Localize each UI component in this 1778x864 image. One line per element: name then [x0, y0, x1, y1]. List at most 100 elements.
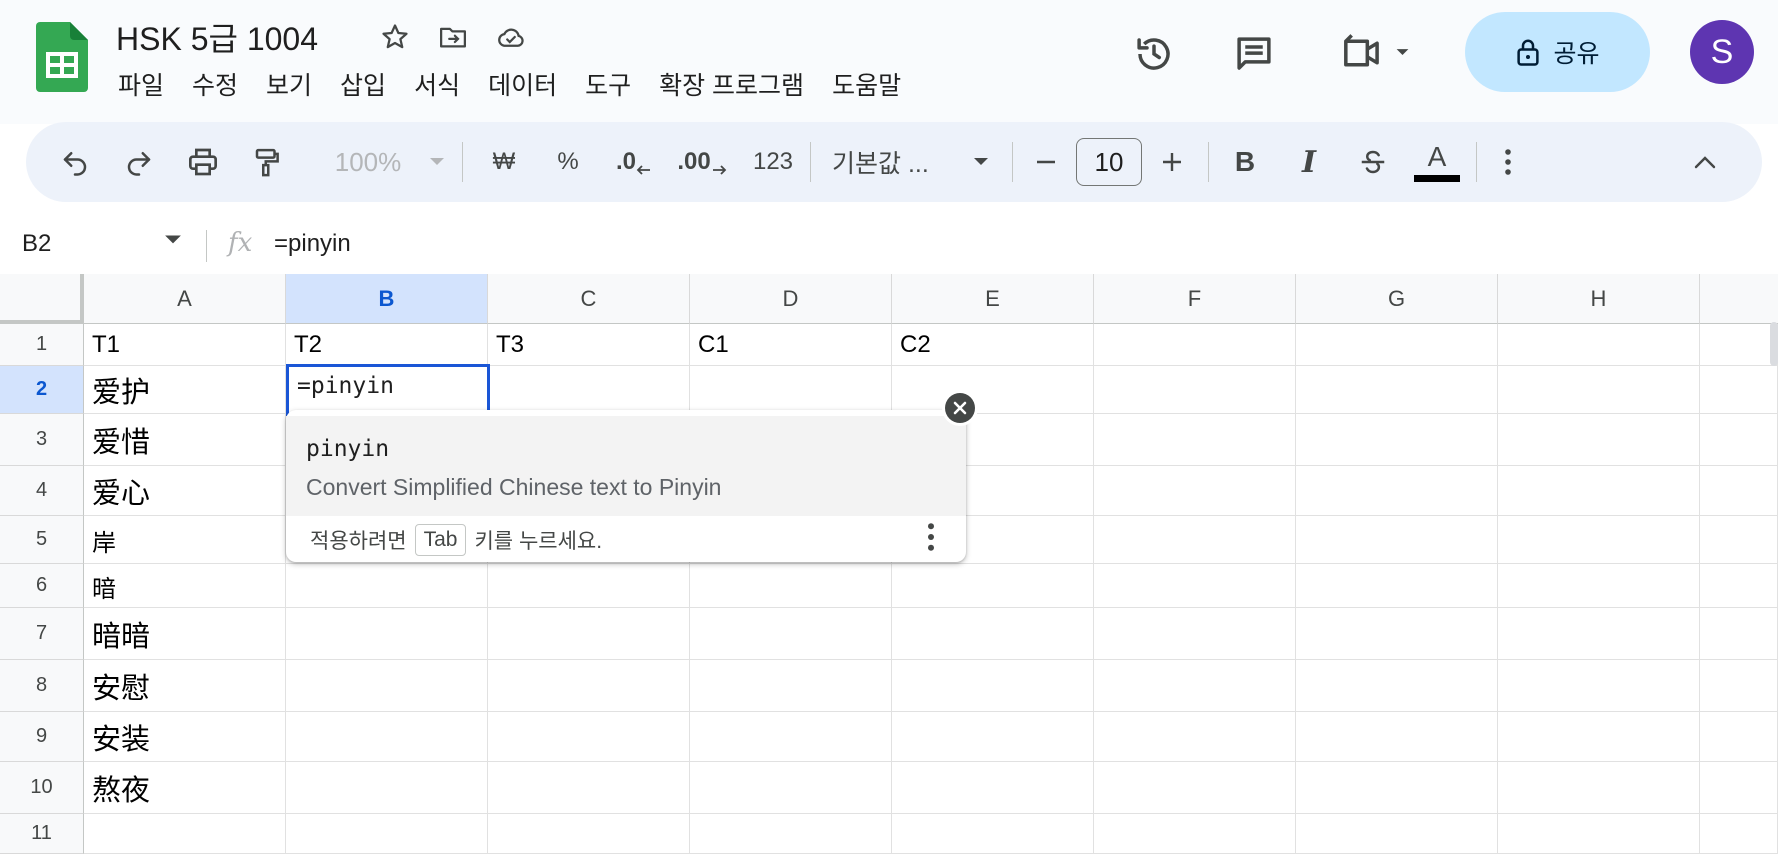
strikethrough-icon[interactable]: [1348, 122, 1398, 202]
name-box[interactable]: B2: [22, 230, 51, 258]
grid-cell-f4[interactable]: [1094, 466, 1296, 516]
grid-cell-f8[interactable]: [1094, 660, 1296, 712]
grid-cell-i6[interactable]: [1700, 564, 1778, 608]
grid-cell-b8[interactable]: [286, 660, 488, 712]
grid-cell-e8[interactable]: [892, 660, 1094, 712]
cell-e1[interactable]: C2: [892, 324, 1094, 366]
grid-cell-f11[interactable]: [1094, 814, 1296, 854]
grid-cell-f2[interactable]: [1094, 366, 1296, 414]
grid-cell-h7[interactable]: [1498, 608, 1700, 660]
more-vert-icon[interactable]: [926, 522, 936, 557]
cell-a7[interactable]: 暗暗: [84, 608, 286, 660]
menu-extensions[interactable]: 확장 프로그램: [645, 64, 818, 106]
grid-cell-e7[interactable]: [892, 608, 1094, 660]
close-icon[interactable]: [945, 393, 975, 423]
grid-cell-b10[interactable]: [286, 762, 488, 814]
column-header-f[interactable]: F: [1094, 274, 1296, 324]
row-header-11[interactable]: 11: [0, 814, 84, 854]
grid-cell-h3[interactable]: [1498, 414, 1700, 466]
grid-cell-i7[interactable]: [1700, 608, 1778, 660]
grid-cell-f9[interactable]: [1094, 712, 1296, 762]
column-header-c[interactable]: C: [488, 274, 690, 324]
cell-d1[interactable]: C1: [690, 324, 892, 366]
active-cell-editor[interactable]: =pinyin: [286, 364, 490, 416]
cell-a4[interactable]: 爱心: [84, 466, 286, 516]
grid-cell-c7[interactable]: [488, 608, 690, 660]
grid-cell-i5[interactable]: [1700, 516, 1778, 564]
grid-cell-h4[interactable]: [1498, 466, 1700, 516]
grid-cell-e6[interactable]: [892, 564, 1094, 608]
document-title[interactable]: HSK 5급 1004: [116, 14, 318, 60]
row-header-9[interactable]: 9: [0, 712, 84, 762]
grid-cell-c2[interactable]: [488, 366, 690, 414]
grid-cell-i3[interactable]: [1700, 414, 1778, 466]
column-header-b[interactable]: B: [286, 274, 488, 324]
more-options-icon[interactable]: [1486, 122, 1530, 202]
grid-cell-d9[interactable]: [690, 712, 892, 762]
grid-cell-b9[interactable]: [286, 712, 488, 762]
grid-cell-d11[interactable]: [690, 814, 892, 854]
grid-cell-g8[interactable]: [1296, 660, 1498, 712]
grid-cell-f10[interactable]: [1094, 762, 1296, 814]
cell-c1[interactable]: T3: [488, 324, 690, 366]
collapse-toolbar-icon[interactable]: [1680, 122, 1730, 202]
row-header-3[interactable]: 3: [0, 414, 84, 466]
grid-cell-g2[interactable]: [1296, 366, 1498, 414]
grid-cell-g9[interactable]: [1296, 712, 1498, 762]
menu-tools[interactable]: 도구: [571, 64, 645, 106]
grid-cell-c6[interactable]: [488, 564, 690, 608]
comments-icon[interactable]: [1230, 30, 1278, 78]
font-size-input[interactable]: 10: [1076, 138, 1142, 186]
grid-cell-g6[interactable]: [1296, 564, 1498, 608]
cell-a1[interactable]: T1: [84, 324, 286, 366]
menu-edit[interactable]: 수정: [178, 64, 252, 106]
menu-help[interactable]: 도움말: [818, 64, 915, 106]
row-header-1[interactable]: 1: [0, 324, 84, 366]
grid-cell-h6[interactable]: [1498, 564, 1700, 608]
row-header-4[interactable]: 4: [0, 466, 84, 516]
font-caret-icon[interactable]: [966, 122, 996, 202]
move-folder-icon[interactable]: [434, 18, 472, 56]
grid-cell-i2[interactable]: [1700, 366, 1778, 414]
grid-cell-a11[interactable]: [84, 814, 286, 854]
column-header-g[interactable]: G: [1296, 274, 1498, 324]
grid-cell-e10[interactable]: [892, 762, 1094, 814]
version-history-icon[interactable]: [1130, 30, 1178, 78]
cell-a6[interactable]: 暗: [84, 564, 286, 608]
row-header-2[interactable]: 2: [0, 366, 84, 414]
grid-cell-i4[interactable]: [1700, 466, 1778, 516]
grid-cell-f3[interactable]: [1094, 414, 1296, 466]
row-header-10[interactable]: 10: [0, 762, 84, 814]
row-header-8[interactable]: 8: [0, 660, 84, 712]
grid-cell-g10[interactable]: [1296, 762, 1498, 814]
cell-a10[interactable]: 熬夜: [84, 762, 286, 814]
grid-cell-g3[interactable]: [1296, 414, 1498, 466]
cell-a8[interactable]: 安慰: [84, 660, 286, 712]
grid-cell-g7[interactable]: [1296, 608, 1498, 660]
row-header-5[interactable]: 5: [0, 516, 84, 564]
column-header-d[interactable]: D: [690, 274, 892, 324]
grid-cell-b7[interactable]: [286, 608, 488, 660]
autocomplete-suggestion[interactable]: pinyin Convert Simplified Chinese text t…: [286, 416, 966, 516]
grid-cell-h2[interactable]: [1498, 366, 1700, 414]
column-header-h[interactable]: H: [1498, 274, 1700, 324]
column-header-partial[interactable]: [1700, 274, 1778, 324]
grid-cell-g1[interactable]: [1296, 324, 1498, 366]
menu-view[interactable]: 보기: [252, 64, 326, 106]
grid-cell-h1[interactable]: [1498, 324, 1700, 366]
grid-cell-d8[interactable]: [690, 660, 892, 712]
grid-cell-i8[interactable]: [1700, 660, 1778, 712]
menu-data[interactable]: 데이터: [474, 64, 571, 106]
grid-cell-g11[interactable]: [1296, 814, 1498, 854]
grid-cell-b11[interactable]: [286, 814, 488, 854]
grid-cell-i9[interactable]: [1700, 712, 1778, 762]
star-icon[interactable]: [376, 18, 414, 56]
menu-format[interactable]: 서식: [400, 64, 474, 106]
formula-input[interactable]: =pinyin: [274, 230, 351, 258]
grid-cell-f7[interactable]: [1094, 608, 1296, 660]
menu-insert[interactable]: 삽입: [326, 64, 400, 106]
italic-button[interactable]: I: [1284, 122, 1334, 202]
cell-a5[interactable]: 岸: [84, 516, 286, 564]
grid-cell-h10[interactable]: [1498, 762, 1700, 814]
column-header-e[interactable]: E: [892, 274, 1094, 324]
